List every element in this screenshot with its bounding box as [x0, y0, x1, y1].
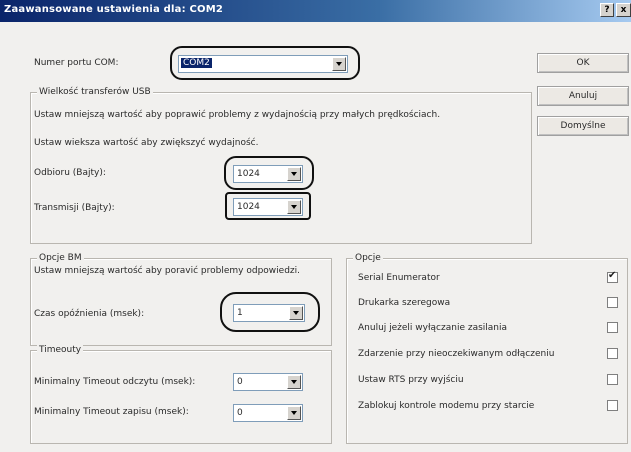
option-label: Anuluj jeżeli wyłączanie zasilania	[358, 323, 508, 333]
title-bar: Zaawansowane ustawienia dla: COM2 ? x	[0, 0, 631, 22]
chevron-down-icon[interactable]	[287, 406, 301, 420]
usb-hint-large: Ustaw wieksza wartość aby zwiększyć wyda…	[34, 138, 259, 148]
option-checkbox-surprise-removal[interactable]	[607, 348, 618, 359]
option-checkbox-cancel-power-off[interactable]	[607, 322, 618, 333]
usb-group-legend: Wielkość transferów USB	[37, 87, 153, 97]
defaults-button[interactable]: Domyślne	[537, 116, 629, 136]
option-checkbox-serial-enumerator[interactable]	[607, 270, 618, 283]
cancel-button[interactable]: Anuluj	[537, 86, 629, 106]
transmit-label: Transmisji (Bajty):	[34, 203, 115, 213]
write-timeout-value: 0	[237, 408, 243, 418]
options-group-legend: Opcje	[353, 253, 383, 263]
timeouts-group-legend: Timeouty	[37, 345, 84, 355]
dialog-body: Numer portu COM: COM2 OK Anuluj Domyślne…	[0, 22, 631, 452]
read-timeout-select[interactable]: 0	[233, 373, 303, 391]
read-timeout-label: Minimalny Timeout odczytu (msek):	[34, 377, 196, 387]
option-label: Zdarzenie przy nieoczekiwanym odłączeniu	[358, 349, 555, 359]
option-label: Serial Enumerator	[358, 273, 440, 283]
usb-hint-small: Ustaw mniejszą wartość aby poprawić prob…	[34, 110, 441, 120]
help-button[interactable]: ?	[600, 3, 614, 17]
highlight-oval-receive	[224, 156, 314, 190]
com-port-label: Numer portu COM:	[34, 58, 119, 68]
highlight-oval-com	[170, 46, 360, 80]
close-button[interactable]: x	[616, 3, 631, 17]
read-timeout-value: 0	[237, 377, 243, 387]
receive-label: Odbioru (Bajty):	[34, 168, 106, 178]
bm-hint: Ustaw mniejszą wartość aby poravić probl…	[34, 266, 300, 276]
timeouts-group: Timeouty	[30, 345, 332, 444]
window-title: Zaawansowane ustawienia dla: COM2	[4, 4, 224, 15]
option-label: Ustaw RTS przy wyjściu	[358, 375, 464, 385]
option-checkbox-disable-modem-ctrl[interactable]	[607, 400, 618, 411]
option-label: Drukarka szeregowa	[358, 298, 451, 308]
option-checkbox-set-rts[interactable]	[607, 374, 618, 385]
option-checkbox-serial-printer[interactable]	[607, 297, 618, 308]
bm-group-legend: Opcje BM	[37, 253, 84, 263]
option-label: Zablokuj kontrole modemu przy starcie	[358, 401, 535, 411]
write-timeout-select[interactable]: 0	[233, 404, 303, 422]
chevron-down-icon[interactable]	[287, 375, 301, 389]
highlight-oval-latency	[220, 292, 320, 332]
write-timeout-label: Minimalny Timeout zapisu (msek):	[34, 407, 189, 417]
ok-button[interactable]: OK	[537, 53, 629, 73]
highlight-rect-transmit	[225, 192, 311, 220]
latency-label: Czas opóźnienia (msek):	[34, 309, 145, 319]
